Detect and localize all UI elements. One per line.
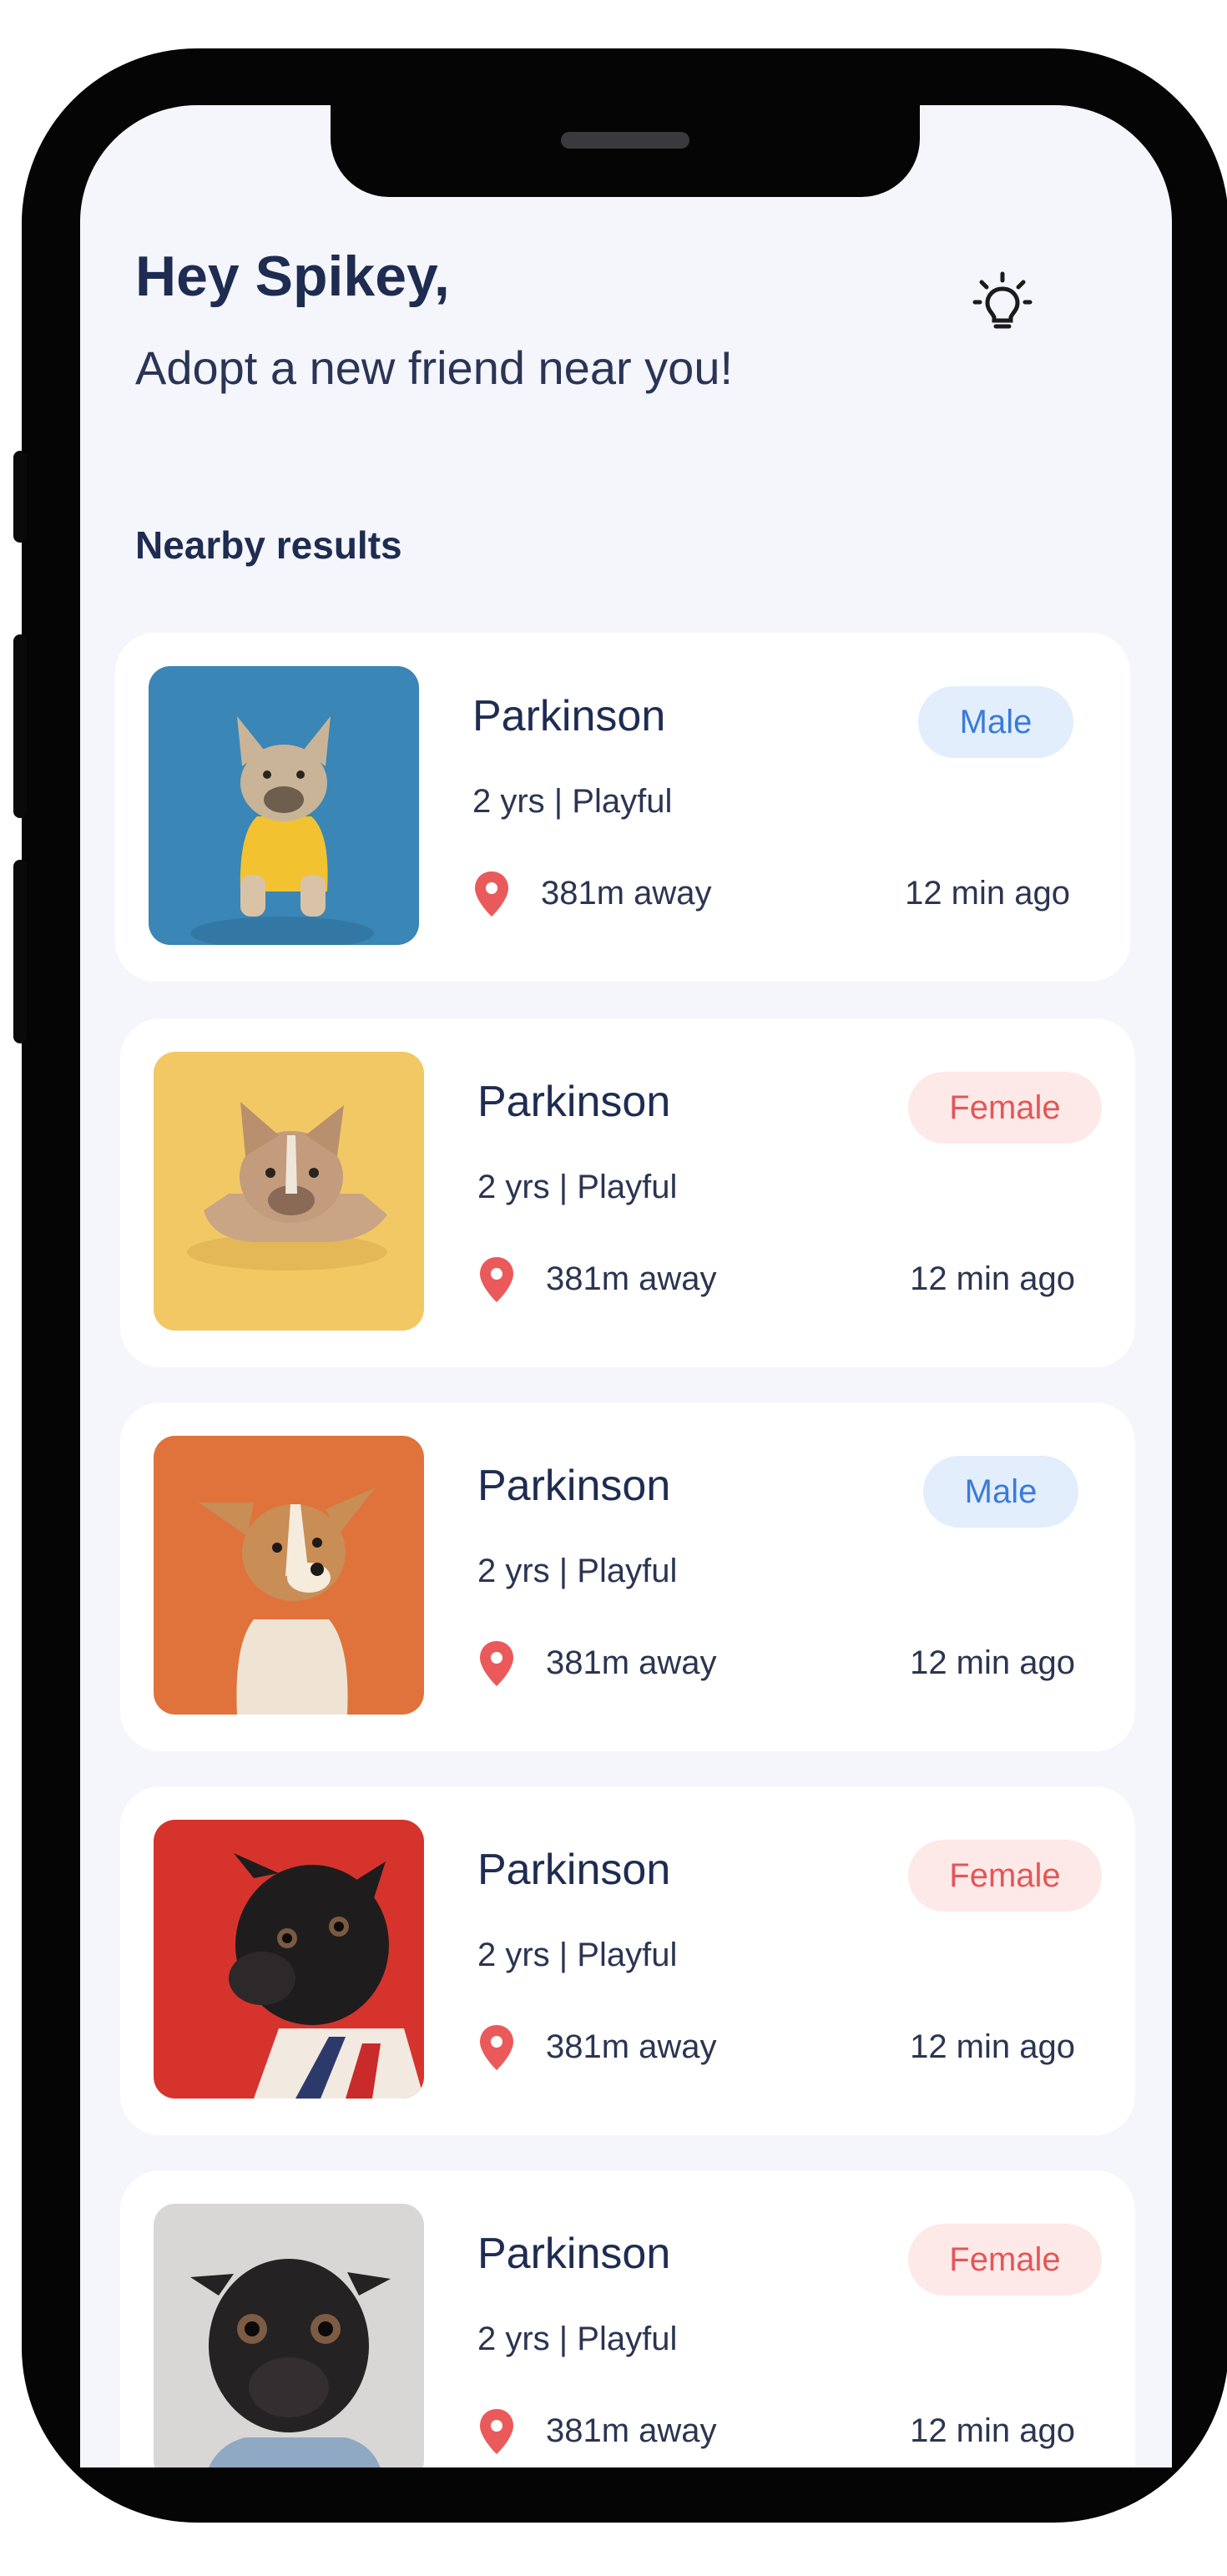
app-screen: Hey Spikey, Adopt a new friend near you!… bbox=[80, 105, 1172, 2467]
gender-badge: Male bbox=[923, 1456, 1078, 1528]
location-pin-icon bbox=[475, 871, 508, 917]
posted-time: 12 min ago bbox=[910, 1644, 1075, 1681]
pet-name: Parkinson bbox=[477, 2230, 671, 2278]
pet-details: 2 yrs | Playful bbox=[477, 1937, 678, 1973]
greeting-subtitle: Adopt a new friend near you! bbox=[135, 341, 734, 394]
pet-details: 2 yrs | Playful bbox=[477, 1553, 678, 1589]
posted-time: 12 min ago bbox=[905, 875, 1070, 912]
section-title: Nearby results bbox=[135, 523, 402, 567]
pet-distance: 381m away bbox=[546, 2412, 717, 2449]
location-pin-icon bbox=[480, 2025, 513, 2070]
location-pin-icon bbox=[480, 2409, 513, 2454]
volume-down-button bbox=[13, 860, 27, 1043]
posted-time: 12 min ago bbox=[910, 1260, 1075, 1297]
pet-details: 2 yrs | Playful bbox=[477, 1169, 678, 1205]
pet-card[interactable]: Parkinson Female 2 yrs | Playful 381m aw… bbox=[120, 2170, 1135, 2467]
mute-switch bbox=[13, 451, 27, 543]
posted-time: 12 min ago bbox=[910, 2028, 1075, 2065]
gender-badge: Female bbox=[908, 2224, 1102, 2296]
pet-details: 2 yrs | Playful bbox=[477, 2321, 678, 2357]
pet-card[interactable]: Parkinson Female 2 yrs | Playful 381m aw… bbox=[120, 1018, 1135, 1367]
pet-photo bbox=[154, 1436, 424, 1715]
notch bbox=[331, 105, 920, 197]
gender-badge: Male bbox=[918, 686, 1073, 758]
pet-name: Parkinson bbox=[477, 1846, 671, 1894]
volume-up-button bbox=[13, 634, 27, 818]
gender-badge: Female bbox=[908, 1840, 1102, 1912]
posted-time: 12 min ago bbox=[910, 2412, 1075, 2449]
speaker-grille bbox=[561, 132, 689, 149]
pet-details: 2 yrs | Playful bbox=[472, 783, 673, 820]
pet-photo bbox=[154, 2204, 424, 2467]
pet-distance: 381m away bbox=[546, 2028, 717, 2065]
location-pin-icon bbox=[480, 1641, 513, 1686]
pet-name: Parkinson bbox=[477, 1462, 671, 1510]
pet-distance: 381m away bbox=[546, 1260, 717, 1297]
lightbulb-icon[interactable] bbox=[965, 264, 1040, 339]
pet-distance: 381m away bbox=[546, 1644, 717, 1681]
pet-name: Parkinson bbox=[472, 692, 666, 740]
gender-badge: Female bbox=[908, 1072, 1102, 1144]
pet-photo bbox=[149, 666, 419, 945]
pet-photo bbox=[154, 1052, 424, 1331]
pet-card[interactable]: Parkinson Female 2 yrs | Playful 381m aw… bbox=[120, 1786, 1135, 2135]
pet-photo bbox=[154, 1820, 424, 2099]
location-pin-icon bbox=[480, 1257, 513, 1302]
pet-card[interactable]: Parkinson Male 2 yrs | Playful 381m away… bbox=[115, 633, 1130, 982]
pet-card[interactable]: Parkinson Male 2 yrs | Playful 381m away… bbox=[120, 1402, 1135, 1751]
pet-distance: 381m away bbox=[541, 875, 712, 912]
pet-name: Parkinson bbox=[477, 1078, 671, 1126]
greeting-title: Hey Spikey, bbox=[135, 245, 450, 308]
